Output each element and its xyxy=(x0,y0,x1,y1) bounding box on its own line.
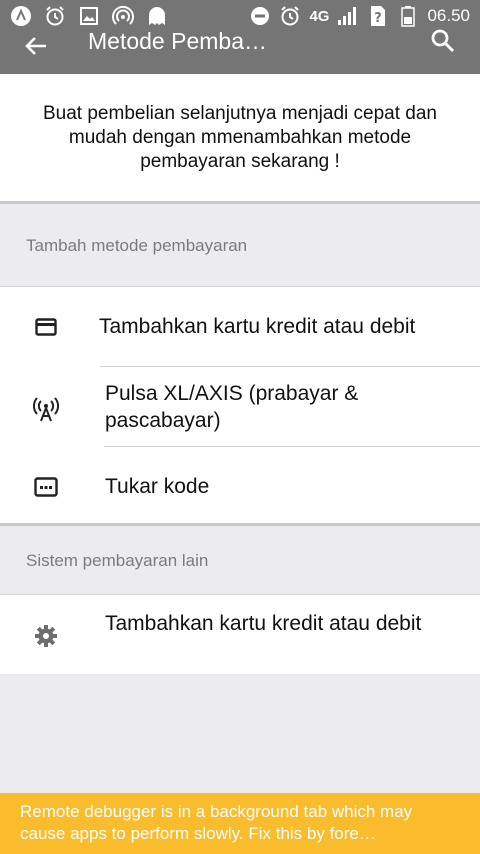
cell-tower-icon xyxy=(32,395,60,423)
unknown-sim-icon: ? xyxy=(367,5,389,27)
remote-debugger-banner[interactable]: Remote debugger is in a background tab w… xyxy=(0,793,480,854)
list-item-pulsa-xl-axis[interactable]: Pulsa XL/AXIS (prabayar & pascabayar) xyxy=(0,367,480,447)
do-not-disturb-icon xyxy=(249,5,271,27)
section-title: Sistem pembayaran lain xyxy=(26,551,209,570)
battery-icon xyxy=(397,5,419,27)
hotspot-icon xyxy=(112,5,134,27)
svg-text:?: ? xyxy=(375,11,383,26)
page-title: Metode Pemba… xyxy=(88,28,267,54)
other-payment-list: Tambahkan kartu kredit atau debit xyxy=(0,594,480,674)
intro-text: Buat pembelian selanjutnya menjadi cepat… xyxy=(43,102,437,172)
search-icon xyxy=(431,29,455,53)
alarm-icon xyxy=(279,5,301,27)
payment-method-list: Tambahkan kartu kredit atau debit Pulsa … xyxy=(0,286,480,526)
app-icon xyxy=(10,5,32,27)
alarm-icon xyxy=(44,5,66,27)
clock: 06.50 xyxy=(427,6,470,25)
list-item-label: Pulsa XL/AXIS (prabayar & pascabayar) xyxy=(105,382,359,432)
arrow-left-icon xyxy=(25,37,46,55)
ghost-icon xyxy=(146,5,168,27)
credit-card-icon xyxy=(32,313,60,341)
list-item-redeem-code[interactable]: Tukar kode xyxy=(0,447,480,525)
banner-text: Remote debugger is in a background tab w… xyxy=(20,802,413,843)
back-button[interactable] xyxy=(22,32,50,60)
intro-card: Buat pembelian selanjutnya menjadi cepat… xyxy=(0,74,480,204)
image-icon xyxy=(78,5,100,27)
app-bar: Metode Pemba… xyxy=(0,28,480,74)
screen: 4G ? 06.50 Metode Pemba… Buat pembelian … xyxy=(0,0,480,854)
list-item-label: Tambahkan kartu kredit atau debit xyxy=(99,315,416,338)
section-header-add-payment: Tambah metode pembayaran xyxy=(0,206,480,286)
list-item-label: Tambahkan kartu kredit atau debit xyxy=(105,612,422,635)
code-icon xyxy=(32,473,60,501)
signal-icon xyxy=(337,5,359,27)
list-item-label: Tukar kode xyxy=(105,475,210,498)
section-header-other-payment: Sistem pembayaran lain xyxy=(0,528,480,594)
list-item-other-credit-card[interactable]: Tambahkan kartu kredit atau debit xyxy=(0,595,480,675)
search-button[interactable] xyxy=(428,26,458,56)
network-type: 4G xyxy=(309,7,330,25)
list-item-credit-card[interactable]: Tambahkan kartu kredit atau debit xyxy=(0,287,480,367)
settings-icon xyxy=(32,622,60,650)
section-title: Tambah metode pembayaran xyxy=(26,236,248,255)
